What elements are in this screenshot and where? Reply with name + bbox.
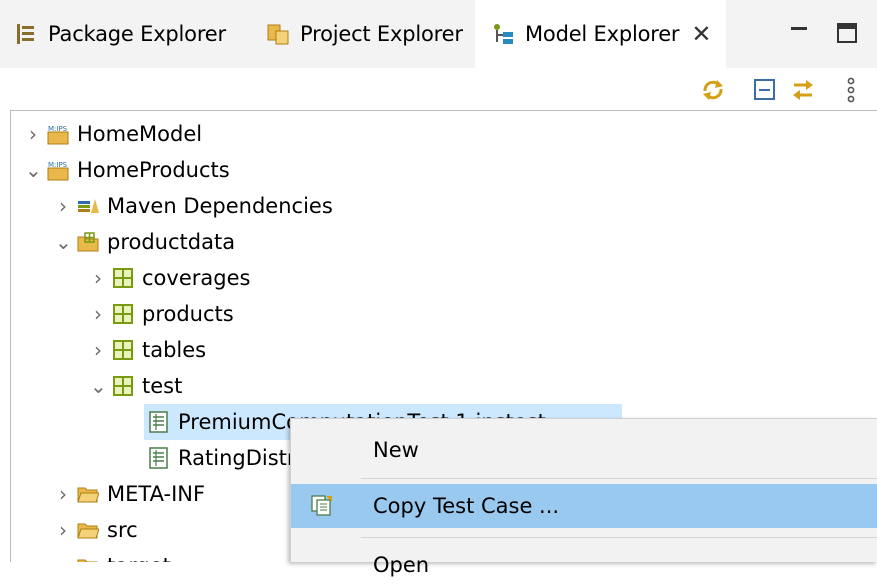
chevron-down-icon[interactable]: ⌄ [25, 158, 42, 182]
tree-item-label: products [142, 302, 234, 326]
svg-text:M:IPS: M:IPS [48, 161, 68, 169]
tree-item-tables[interactable]: › tables [90, 332, 206, 368]
view-toolbar [0, 68, 877, 110]
menu-item-label: Copy Test Case ... [373, 494, 560, 518]
tree-item-meta-inf[interactable]: › META-INF [55, 476, 205, 512]
chevron-right-icon[interactable]: › [25, 122, 41, 146]
test-case-icon [149, 447, 168, 469]
chevron-right-icon[interactable]: › [55, 518, 71, 542]
tab-label: Project Explorer [300, 22, 463, 46]
tree-item-label: test [142, 374, 183, 398]
tree-item-label: src [107, 518, 138, 542]
chevron-right-icon[interactable]: › [90, 266, 106, 290]
menu-separator [361, 478, 877, 479]
context-menu: New Copy Test Case ... Open [290, 418, 877, 577]
model-project-icon: M:IPS [47, 125, 69, 145]
tree-item-homemodel[interactable]: › M:IPS HomeModel [25, 116, 202, 152]
menu-item-label: New [373, 438, 419, 462]
chevron-right-icon[interactable]: › [55, 194, 71, 218]
chevron-right-icon[interactable]: › [90, 302, 106, 326]
tree-item-test[interactable]: ⌄ test [90, 368, 182, 404]
chevron-right-icon[interactable]: › [55, 482, 71, 506]
tree-item-maven-dependencies[interactable]: › Maven Dependencies [55, 188, 333, 224]
sync-icon[interactable] [700, 77, 726, 103]
tab-label: Package Explorer [48, 22, 226, 46]
tab-model-explorer[interactable]: Model Explorer ✕ [475, 0, 726, 68]
tree-item-products[interactable]: › products [90, 296, 234, 332]
project-explorer-icon [267, 24, 289, 45]
tree-item-label: HomeProducts [77, 158, 230, 182]
source-folder-icon [77, 232, 99, 252]
tab-label: Model Explorer [525, 22, 680, 46]
test-case-icon [149, 411, 168, 433]
menu-item-copy-test-case[interactable]: Copy Test Case ... [291, 484, 877, 528]
close-icon[interactable]: ✕ [691, 20, 711, 48]
tree-item-productdata[interactable]: ⌄ productdata [55, 224, 235, 260]
link-with-editor-icon[interactable] [790, 77, 816, 103]
package-icon [113, 376, 133, 396]
model-explorer-icon [494, 24, 513, 44]
tab-package-explorer[interactable]: Package Explorer [14, 0, 226, 68]
model-project-icon: M:IPS [47, 161, 69, 181]
minimize-icon[interactable] [789, 22, 809, 42]
menu-item-open[interactable]: Open [291, 543, 877, 587]
copy-test-case-icon [311, 495, 332, 516]
menu-item-new[interactable]: New [291, 428, 877, 472]
package-icon [113, 340, 133, 360]
maximize-icon[interactable] [836, 22, 858, 44]
tree-item-homeproducts[interactable]: ⌄ M:IPS HomeProducts [25, 152, 230, 188]
library-icon [78, 199, 99, 213]
tree-item-label: HomeModel [77, 122, 203, 146]
tree-item-target[interactable]: › target [55, 548, 171, 562]
package-icon [113, 268, 133, 288]
tree-item-src[interactable]: › src [55, 512, 138, 548]
tree-item-label: coverages [142, 266, 251, 290]
package-explorer-icon [17, 24, 34, 44]
tab-project-explorer[interactable]: Project Explorer [266, 0, 463, 68]
collapse-all-icon[interactable] [752, 77, 778, 103]
package-icon [113, 304, 133, 324]
tree-item-label: tables [142, 338, 207, 362]
tree-item-label: META-INF [107, 482, 206, 506]
folder-icon [77, 523, 99, 539]
menu-item-label: Open [373, 553, 430, 577]
chevron-down-icon[interactable]: ⌄ [55, 230, 72, 254]
chevron-right-icon[interactable]: › [90, 338, 106, 362]
menu-separator [361, 537, 877, 538]
folder-icon [77, 487, 99, 503]
chevron-down-icon[interactable]: ⌄ [90, 374, 107, 398]
tree-item-coverages[interactable]: › coverages [90, 260, 250, 296]
svg-text:M:IPS: M:IPS [48, 125, 68, 133]
view-tab-bar: Package Explorer Project Explorer Model … [0, 0, 877, 69]
tree-item-label: productdata [107, 230, 236, 254]
view-menu-icon[interactable] [838, 77, 864, 103]
tree-item-label: Maven Dependencies [107, 194, 333, 218]
